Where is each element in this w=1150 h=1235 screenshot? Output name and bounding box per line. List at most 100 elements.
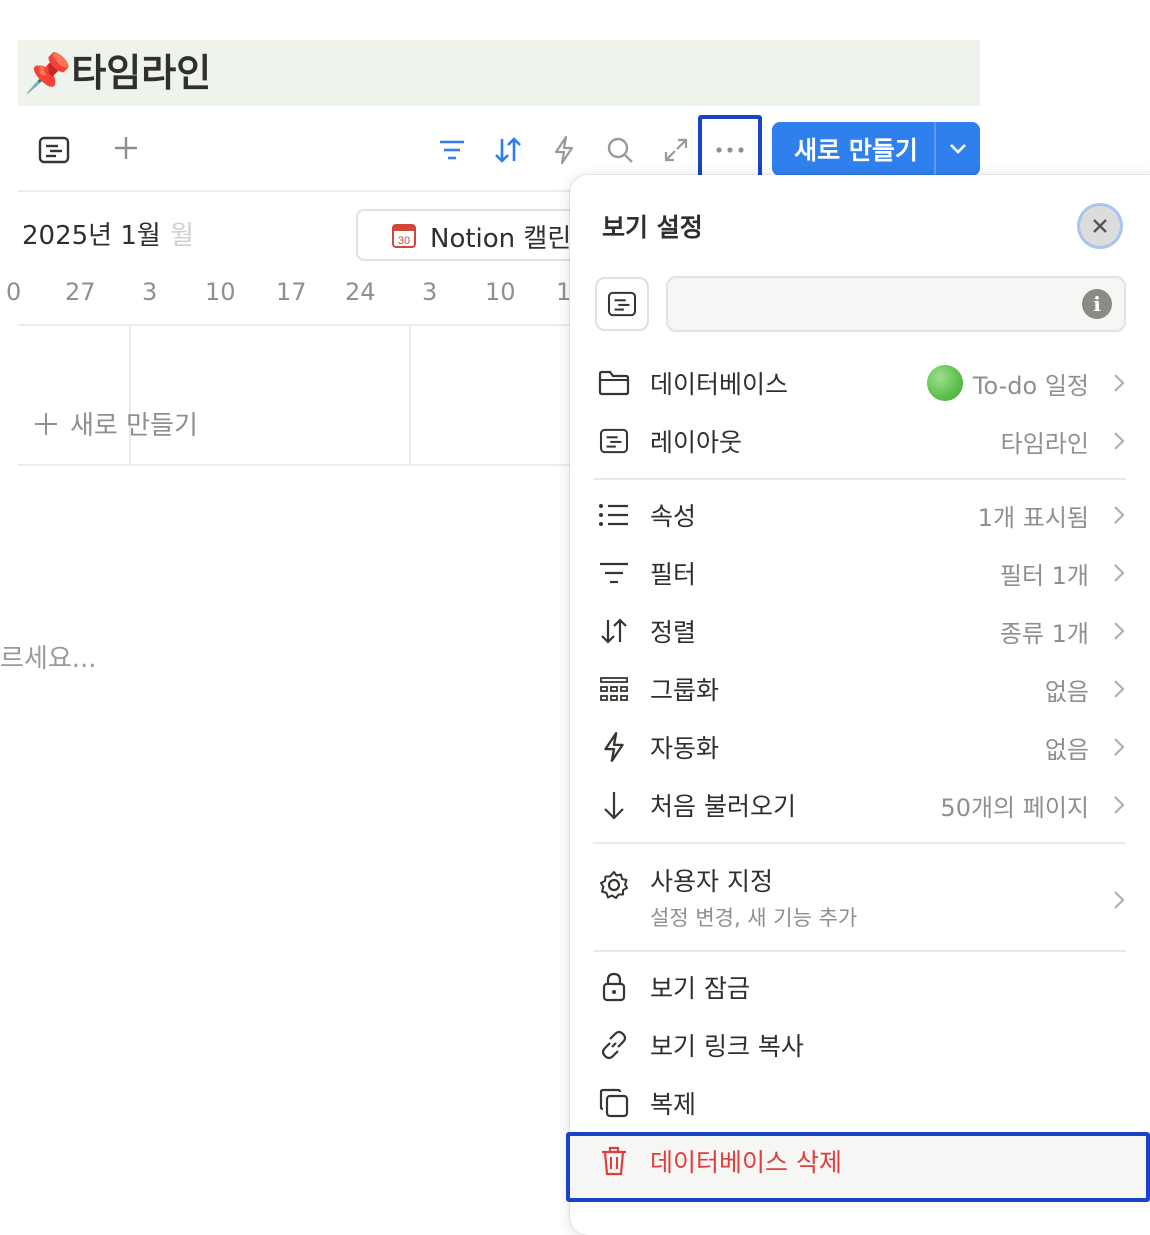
day-label: 1 [556,278,572,306]
chevron-right-icon [1103,373,1125,393]
days-divider [18,324,578,326]
gear-icon [595,866,633,904]
header-divider [18,190,578,192]
day-label: 17 [276,278,307,306]
customize-sublabel: 설정 변경, 새 기능 추가 [650,906,858,930]
chevron-right-icon [1103,563,1125,583]
row-label: 자동화 [650,734,720,763]
row-value: 1개 표시됨 [977,503,1089,532]
row-label: 복제 [650,1090,697,1119]
row-label: 필터 [650,560,697,589]
group-icon [595,670,633,708]
new-button-label: 새로 만들기 [794,136,918,165]
row-label: 보기 링크 복사 [650,1032,804,1061]
chevron-right-icon [1103,795,1125,815]
row-database[interactable]: 데이터베이스 To-do 일정 [595,358,1125,408]
sort-icon[interactable] [492,134,524,166]
row-label: 사용자 지정 [650,867,773,896]
row-value: 50개의 페이지 [940,793,1089,822]
close-icon[interactable] [1080,206,1120,246]
lightning-icon[interactable] [548,134,580,166]
row-duplicate[interactable]: 복제 [595,1078,1125,1128]
chevron-down-icon[interactable] [936,143,980,155]
row-value: 타임라인 [1000,429,1089,458]
day-label: 3 [142,278,158,306]
add-view-icon[interactable] [110,132,142,164]
svg-text:30: 30 [398,235,410,247]
more-button-highlight [698,115,762,183]
placeholder-hint: 르세요... [0,644,97,674]
database-name: To-do 일정 [972,371,1089,400]
divider [593,842,1126,844]
row-value: 필터 1개 [999,561,1089,590]
chevron-right-icon [1103,737,1125,757]
row-initial-load[interactable]: 처음 불러오기 50개의 페이지 [595,780,1125,830]
page-title-text: 타임라인 [71,51,212,95]
row-label: 속성 [650,502,697,531]
row-sort[interactable]: 정렬 종류 1개 [595,606,1125,656]
divider [593,950,1126,952]
grid-line [129,326,131,466]
row-value: 없음 [1044,677,1089,706]
row-label: 그룹화 [650,676,720,705]
layout-icon [607,291,637,317]
day-label: 3 [422,278,438,306]
pin-icon: 📌 [24,51,72,95]
row-layout[interactable]: 레이아웃 타임라인 [595,416,1125,466]
page-title[interactable]: 📌타임라인 [24,46,211,100]
row-label: 처음 불러오기 [650,792,796,821]
day-label: 10 [485,278,516,306]
row-value: 없음 [1044,735,1089,764]
lock-icon [595,968,633,1006]
row-group[interactable]: 그룹화 없음 [595,664,1125,714]
arrow-down-icon [595,786,633,824]
row-value: 종류 1개 [999,619,1089,648]
calendar-chip-label: Notion 캘린 [430,224,572,254]
layout-view-icon[interactable] [38,134,70,166]
row-lock-view[interactable]: 보기 잠금 [595,962,1125,1012]
plus-icon [35,412,57,435]
view-icon-button[interactable] [595,277,649,331]
row-properties[interactable]: 속성 1개 표시됨 [595,490,1125,540]
month-label: 2025년 1월 [22,221,161,251]
filter-icon [595,554,633,592]
duplicate-icon [595,1084,633,1122]
sort-icon [595,612,633,650]
lightning-icon [595,728,633,766]
divider [593,478,1126,480]
row-value: To-do 일정 [926,365,1089,401]
new-button[interactable]: 새로 만들기 [772,122,980,176]
layout-icon [595,422,633,460]
row-label: 데이터베이스 삭제 [650,1148,842,1177]
row-copy-link[interactable]: 보기 링크 복사 [595,1020,1125,1070]
row-label: 데이터베이스 [650,370,789,399]
chevron-right-icon [1103,505,1125,525]
expand-icon[interactable] [660,134,692,166]
row-divider [18,464,578,466]
chevron-right-icon [1103,890,1125,910]
calendar-icon: 30 [392,222,416,252]
grid-line [409,326,411,466]
row-label: 레이아웃 [650,428,743,457]
green-circle-icon [926,365,963,401]
add-new-row[interactable]: 새로 만들기 [34,405,198,442]
panel-title: 보기 설정 [602,213,703,242]
folder-icon [595,364,633,402]
trash-icon [595,1142,633,1180]
chevron-right-icon [1103,431,1125,451]
row-label: 정렬 [650,618,697,647]
day-label: 27 [65,278,96,306]
info-icon[interactable]: i [1082,289,1112,319]
row-delete-database[interactable]: 데이터베이스 삭제 [595,1136,1125,1186]
chevron-right-icon [1103,621,1125,641]
row-filter[interactable]: 필터 필터 1개 [595,548,1125,598]
row-automation[interactable]: 자동화 없음 [595,722,1125,772]
filter-icon[interactable] [436,134,468,166]
day-label: 24 [345,278,376,306]
row-label: 보기 잠금 [650,974,750,1003]
day-label: 0 [6,278,22,306]
search-icon[interactable] [604,134,636,166]
link-icon [595,1026,633,1064]
view-name-input[interactable] [666,276,1126,332]
month-label-faded: 월 [170,221,194,251]
